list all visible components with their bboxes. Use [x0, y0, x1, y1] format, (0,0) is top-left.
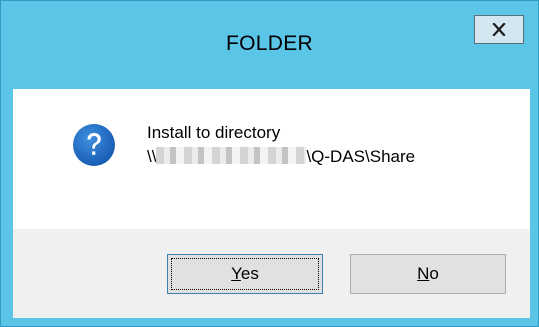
title-bar[interactable]: FOLDER: [1, 1, 538, 89]
button-bar: Yes No: [13, 229, 530, 318]
question-icon: [72, 123, 116, 167]
redacted-server-name: [156, 147, 307, 164]
close-button[interactable]: [474, 15, 524, 44]
path-prefix: \\: [147, 147, 157, 166]
dialog-window: FOLDER Install to directory \\ \Q-DAS\Sh…: [0, 0, 539, 327]
no-button[interactable]: No: [350, 254, 506, 294]
message-line-2: \\ \Q-DAS\Share: [147, 145, 415, 169]
message-text: Install to directory \\ \Q-DAS\Share: [147, 121, 415, 169]
yes-label: Yes: [231, 264, 259, 283]
window-title: FOLDER: [226, 32, 313, 55]
path-suffix: \Q-DAS\Share: [306, 147, 416, 166]
no-label: No: [417, 264, 439, 283]
yes-button[interactable]: Yes: [167, 254, 323, 294]
message-area: Install to directory \\ \Q-DAS\Share: [13, 89, 530, 229]
close-icon: [492, 23, 506, 36]
message-line-1: Install to directory: [147, 123, 281, 142]
